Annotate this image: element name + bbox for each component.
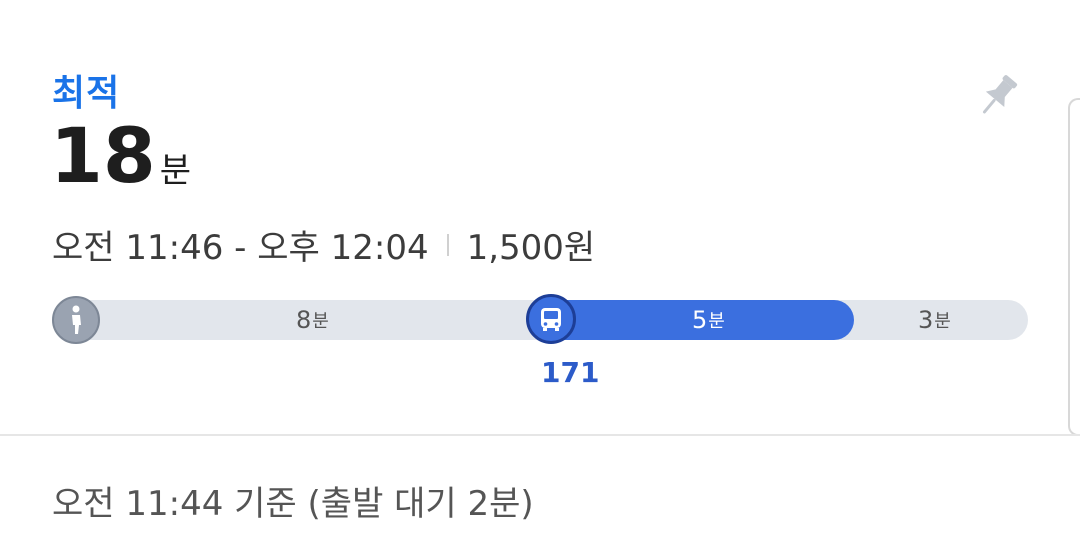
base-time-note: 오전 11:44 기준 (출발 대기 2분): [52, 484, 534, 524]
bus-icon: [526, 294, 576, 344]
divider: [0, 434, 1080, 436]
duration-value: 18: [50, 111, 156, 200]
next-card-edge[interactable]: [1068, 98, 1080, 436]
bus-route-number: 171: [541, 356, 600, 389]
walk-icon: [52, 296, 100, 344]
pin-icon[interactable]: [972, 70, 1022, 124]
best-route-badge: 최적: [52, 73, 121, 114]
separator: [446, 233, 449, 256]
route-card[interactable]: 최적 18 분 오전 11:46 - 오후 12:04 1,500원 8분 5분…: [0, 0, 1080, 436]
final-segment-label: 3분: [918, 306, 951, 334]
duration-unit: 분: [159, 151, 192, 191]
trip-duration: 18 분: [50, 118, 191, 194]
bus-segment-label: 5분: [692, 306, 725, 334]
walk-segment-label: 8분: [296, 306, 329, 334]
time-fare-row: 오전 11:46 - 오후 12:04 1,500원: [52, 220, 595, 269]
fare: 1,500원: [466, 228, 596, 268]
time-range: 오전 11:46 - 오후 12:04: [52, 228, 429, 268]
